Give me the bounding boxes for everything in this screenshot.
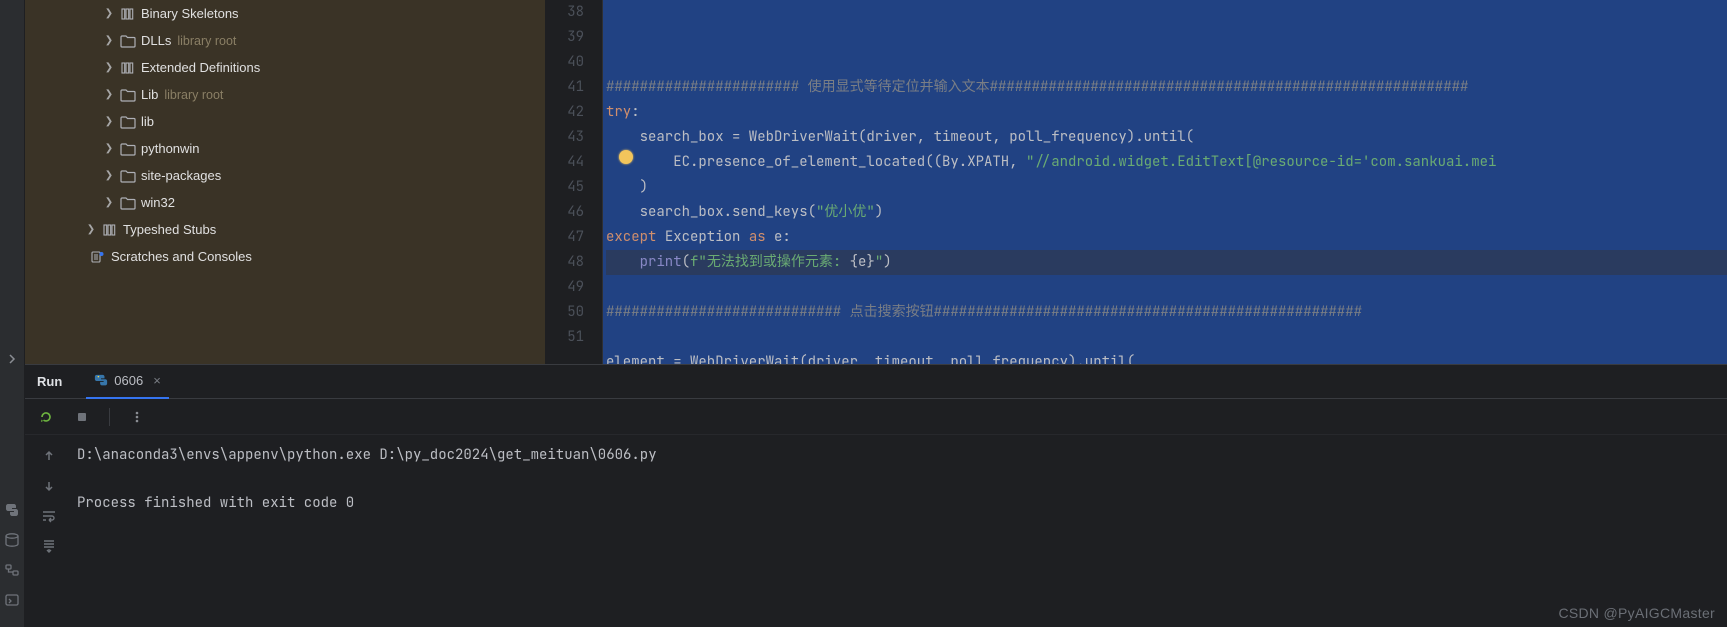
tree-item-label: Lib: [141, 87, 158, 102]
intention-bulb-icon[interactable]: [619, 150, 633, 164]
code-line[interactable]: ############################ 点击搜索按钮#####…: [606, 300, 1727, 325]
run-side-toolbar: [25, 435, 73, 627]
chevron-right-icon[interactable]: ❯: [103, 170, 115, 181]
more-icon[interactable]: [128, 408, 146, 426]
run-tab-0606[interactable]: 0606 ×: [86, 365, 169, 399]
tree-item[interactable]: ❯ Typeshed Stubs: [25, 216, 545, 243]
run-output[interactable]: D:\anaconda3\envs\appenv\python.exe D:\p…: [73, 435, 1727, 627]
tree-item[interactable]: ❯ site-packages: [25, 162, 545, 189]
watermark: CSDN @PyAIGCMaster: [1558, 605, 1715, 621]
line-number: 51: [563, 325, 584, 350]
tree-item-suffix: library root: [177, 34, 236, 48]
tree-item[interactable]: ❯ pythonwin: [25, 135, 545, 162]
folder-icon: [119, 195, 137, 211]
line-number: 38: [563, 0, 584, 25]
tree-item[interactable]: Scratches and Consoles: [25, 243, 545, 270]
run-panel: Run 0606 × D:\anaconda3\envs\appenv: [25, 364, 1727, 627]
code-line[interactable]: [606, 325, 1727, 350]
line-number: 49: [563, 275, 584, 300]
tree-item[interactable]: ❯ DLLs library root: [25, 27, 545, 54]
soft-wrap-icon[interactable]: [40, 507, 58, 525]
python-console-icon[interactable]: [3, 501, 21, 519]
tree-item[interactable]: ❯ lib: [25, 108, 545, 135]
line-number: 47: [563, 225, 584, 250]
code-line[interactable]: ): [606, 175, 1727, 200]
chevron-right-icon[interactable]: ❯: [103, 89, 115, 100]
line-number: 44: [563, 150, 584, 175]
tree-item-label: Typeshed Stubs: [123, 222, 216, 237]
line-number: 45: [563, 175, 584, 200]
rerun-icon[interactable]: [37, 408, 55, 426]
chevron-right-icon[interactable]: ❯: [103, 143, 115, 154]
left-tool-rail: [0, 0, 25, 627]
tree-item-label: Extended Definitions: [141, 60, 260, 75]
library-icon: [119, 6, 137, 22]
line-number: 40: [563, 50, 584, 75]
output-line: D:\anaconda3\envs\appenv\python.exe D:\p…: [77, 446, 657, 464]
tree-item[interactable]: ❯ win32: [25, 189, 545, 216]
code-line[interactable]: element = WebDriverWait(driver, timeout,…: [606, 350, 1727, 364]
line-number: 48: [563, 250, 584, 275]
collapse-icon[interactable]: [3, 350, 21, 368]
tree-item-label: Binary Skeletons: [141, 6, 239, 21]
editor-content[interactable]: ####################### 使用显式等待定位并输入文本###…: [603, 0, 1727, 364]
code-line[interactable]: EC.presence_of_element_located((By.XPATH…: [606, 150, 1727, 175]
folder-icon: [119, 33, 137, 49]
chevron-right-icon[interactable]: ❯: [85, 224, 97, 235]
tree-item-label: site-packages: [141, 168, 221, 183]
editor-gutter: 3839404142434445464748495051: [545, 0, 603, 364]
scroll-to-end-icon[interactable]: [40, 537, 58, 555]
run-tab-label: 0606: [114, 373, 143, 388]
down-arrow-icon[interactable]: [40, 477, 58, 495]
output-line: Process finished with exit code 0: [77, 494, 354, 512]
library-icon: [119, 60, 137, 76]
python-file-icon: [94, 374, 108, 388]
tree-item-label: Scratches and Consoles: [111, 249, 252, 264]
tree-item[interactable]: ❯ Binary Skeletons: [25, 0, 545, 27]
toolbar-divider: [109, 408, 110, 426]
code-line[interactable]: [606, 275, 1727, 300]
code-line[interactable]: search_box.send_keys("优小优"): [606, 200, 1727, 225]
terminal-icon[interactable]: [3, 591, 21, 609]
run-toolbar: [25, 399, 1727, 435]
run-panel-title: Run: [37, 374, 62, 389]
chevron-right-icon[interactable]: ❯: [103, 8, 115, 19]
code-editor[interactable]: 3839404142434445464748495051 ###########…: [545, 0, 1727, 364]
chevron-right-icon[interactable]: ❯: [103, 116, 115, 127]
tree-item-label: pythonwin: [141, 141, 200, 156]
code-line[interactable]: print(f"无法找到或操作元素: {e}"): [606, 250, 1727, 275]
line-number: 46: [563, 200, 584, 225]
scratches-icon: [89, 249, 107, 265]
database-icon[interactable]: [3, 531, 21, 549]
tree-item[interactable]: ❯ Lib library root: [25, 81, 545, 108]
folder-icon: [119, 168, 137, 184]
code-line[interactable]: search_box = WebDriverWait(driver, timeo…: [606, 125, 1727, 150]
tree-item-label: DLLs: [141, 33, 171, 48]
folder-icon: [119, 141, 137, 157]
line-number: 41: [563, 75, 584, 100]
up-arrow-icon[interactable]: [40, 447, 58, 465]
tree-item[interactable]: ❯ Extended Definitions: [25, 54, 545, 81]
chevron-right-icon[interactable]: ❯: [103, 35, 115, 46]
chevron-right-icon[interactable]: ❯: [103, 197, 115, 208]
chevron-right-icon[interactable]: ❯: [103, 62, 115, 73]
library-icon: [101, 222, 119, 238]
project-tree[interactable]: ❯ Binary Skeletons ❯ DLLs library root ❯ Exten…: [25, 0, 545, 364]
stop-icon[interactable]: [73, 408, 91, 426]
code-line[interactable]: except Exception as e:: [606, 225, 1727, 250]
code-line[interactable]: try:: [606, 100, 1727, 125]
close-icon[interactable]: ×: [153, 373, 161, 388]
tree-item-label: lib: [141, 114, 154, 129]
folder-icon: [119, 87, 137, 103]
line-number: 50: [563, 300, 584, 325]
line-number: 42: [563, 100, 584, 125]
run-tabs-bar: Run 0606 ×: [25, 365, 1727, 399]
tree-item-suffix: library root: [164, 88, 223, 102]
folder-icon: [119, 114, 137, 130]
line-number: 39: [563, 25, 584, 50]
structure-icon[interactable]: [3, 561, 21, 579]
code-line[interactable]: ####################### 使用显式等待定位并输入文本###…: [606, 75, 1727, 100]
tree-item-label: win32: [141, 195, 175, 210]
line-number: 43: [563, 125, 584, 150]
